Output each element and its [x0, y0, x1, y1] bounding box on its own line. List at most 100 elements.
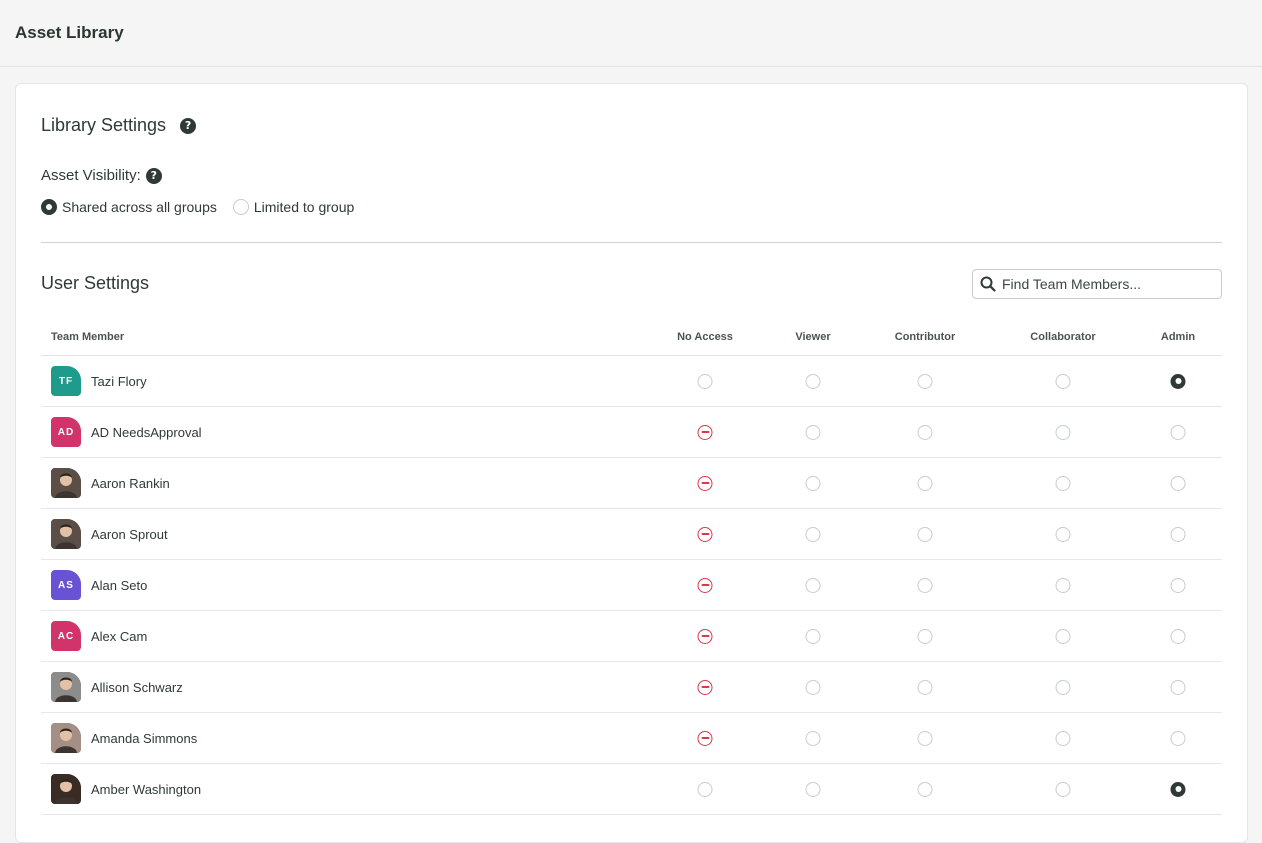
role-radio-admin[interactable]	[1170, 526, 1186, 542]
table-row: Aaron Rankin	[41, 458, 1222, 509]
team-member-cell: Amanda Simmons	[41, 723, 615, 753]
role-radio-collaborator[interactable]	[1055, 679, 1071, 695]
search-input[interactable]	[1002, 276, 1202, 292]
no-access-icon[interactable]	[697, 475, 713, 491]
role-radio-admin[interactable]	[1170, 475, 1186, 491]
role-radio-no-access[interactable]	[697, 781, 713, 797]
role-radio-contributor[interactable]	[917, 679, 933, 695]
role-radio-admin[interactable]	[1170, 679, 1186, 695]
role-radio-admin[interactable]	[1170, 577, 1186, 593]
avatar	[51, 672, 81, 702]
role-radio-viewer[interactable]	[805, 577, 821, 593]
no-access-icon[interactable]	[697, 424, 713, 440]
role-radio-viewer[interactable]	[805, 424, 821, 440]
role-radio-contributor[interactable]	[917, 526, 933, 542]
role-radio-admin[interactable]	[1170, 424, 1186, 440]
visibility-option-limited[interactable]: Limited to group	[232, 199, 355, 215]
role-radio-viewer[interactable]	[805, 679, 821, 695]
role-radio-admin[interactable]	[1170, 373, 1186, 389]
role-radio-collaborator[interactable]	[1055, 475, 1071, 491]
avatar	[51, 468, 81, 498]
role-radio-collaborator[interactable]	[1055, 424, 1071, 440]
no-access-icon[interactable]	[697, 730, 713, 746]
role-radio-viewer[interactable]	[805, 628, 821, 644]
avatar: AD	[51, 417, 81, 447]
team-member-cell: AC Alex Cam	[41, 621, 615, 651]
no-access-icon[interactable]	[697, 628, 713, 644]
team-member-name: AD NeedsApproval	[91, 424, 202, 440]
role-radio-viewer[interactable]	[805, 475, 821, 491]
column-header-collaborator: Collaborator	[1030, 331, 1096, 343]
role-radio-admin[interactable]	[1170, 781, 1186, 797]
role-radio-contributor[interactable]	[917, 628, 933, 644]
role-radio-admin[interactable]	[1170, 628, 1186, 644]
avatar-photo	[51, 774, 81, 804]
team-member-cell: Allison Schwarz	[41, 672, 615, 702]
help-icon[interactable]: ?	[180, 117, 197, 134]
avatar-photo	[51, 519, 81, 549]
no-access-icon[interactable]	[697, 526, 713, 542]
help-icon[interactable]: ?	[145, 167, 162, 184]
team-member-cell: Amber Washington	[41, 774, 615, 804]
team-member-name: Amanda Simmons	[91, 730, 198, 746]
table-row: Amber Washington	[41, 764, 1222, 815]
avatar: AS	[51, 570, 81, 600]
role-radio-collaborator[interactable]	[1055, 730, 1071, 746]
role-radio-admin[interactable]	[1170, 730, 1186, 746]
role-radio-viewer[interactable]	[805, 781, 821, 797]
team-member-cell: AD AD NeedsApproval	[41, 417, 615, 447]
avatar	[51, 774, 81, 804]
avatar-photo	[51, 468, 81, 498]
avatar: AC	[51, 621, 81, 651]
team-member-name: Amber Washington	[91, 781, 202, 797]
role-radio-collaborator[interactable]	[1055, 781, 1071, 797]
role-radio-viewer[interactable]	[805, 730, 821, 746]
team-member-name: Tazi Flory	[91, 373, 147, 389]
visibility-option-shared[interactable]: Shared across all groups	[41, 199, 217, 215]
column-header-team-member: Team Member	[51, 331, 125, 343]
team-member-search[interactable]	[972, 269, 1222, 299]
search-icon	[980, 276, 996, 292]
team-member-name: Aaron Rankin	[91, 475, 170, 491]
role-radio-collaborator[interactable]	[1055, 373, 1071, 389]
team-member-name: Allison Schwarz	[91, 679, 183, 695]
table-row: Allison Schwarz	[41, 662, 1222, 713]
role-radio-collaborator[interactable]	[1055, 628, 1071, 644]
role-radio-no-access[interactable]	[697, 373, 713, 389]
user-permissions-table: Team Member No Access Viewer Contributor Co…	[41, 319, 1222, 815]
no-access-icon[interactable]	[697, 577, 713, 593]
role-radio-contributor[interactable]	[917, 373, 933, 389]
table-row: AC Alex Cam	[41, 611, 1222, 662]
library-settings-heading: Library Settings ?	[41, 115, 197, 136]
team-member-cell: Aaron Sprout	[41, 519, 615, 549]
asset-visibility-text: Asset Visibility:	[41, 167, 141, 184]
table-header: Team Member No Access Viewer Contributor Co…	[41, 319, 1222, 356]
column-header-no-access: No Access	[677, 331, 733, 343]
user-settings-title-text: User Settings	[41, 273, 150, 293]
role-radio-viewer[interactable]	[805, 373, 821, 389]
asset-visibility-options: Shared across all groups Limited to grou…	[41, 199, 354, 215]
role-radio-contributor[interactable]	[917, 475, 933, 491]
visibility-option-label: Limited to group	[253, 199, 355, 215]
table-body: TF Tazi Flory AD AD NeedsApproval Aaron Rank…	[41, 356, 1222, 815]
role-radio-collaborator[interactable]	[1055, 526, 1071, 542]
column-header-viewer: Viewer	[795, 331, 831, 343]
role-radio-contributor[interactable]	[917, 730, 933, 746]
user-settings-title: User Settings	[41, 273, 149, 294]
role-radio-contributor[interactable]	[917, 781, 933, 797]
table-row: TF Tazi Flory	[41, 356, 1222, 407]
role-radio-viewer[interactable]	[805, 526, 821, 542]
radio-shared[interactable]	[41, 199, 57, 215]
no-access-icon[interactable]	[697, 679, 713, 695]
avatar: TF	[51, 366, 81, 396]
asset-visibility-label: Asset Visibility: ?	[41, 167, 162, 184]
role-radio-collaborator[interactable]	[1055, 577, 1071, 593]
role-radio-contributor[interactable]	[917, 424, 933, 440]
avatar-photo	[51, 672, 81, 702]
role-radio-contributor[interactable]	[917, 577, 933, 593]
team-member-cell: AS Alan Seto	[41, 570, 615, 600]
section-divider	[41, 242, 1222, 243]
radio-limited[interactable]	[232, 199, 249, 215]
table-row: AS Alan Seto	[41, 560, 1222, 611]
app-header: Asset Library	[0, 0, 1262, 67]
